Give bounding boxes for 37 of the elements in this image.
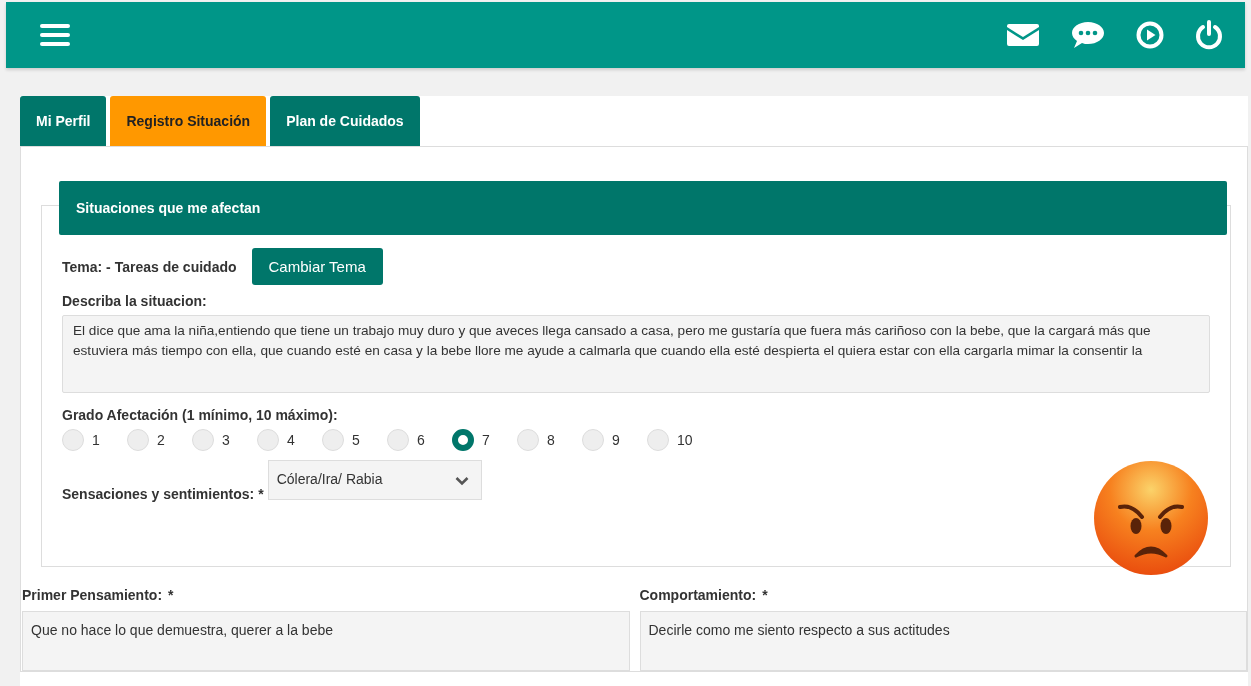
tab[interactable]: Registro Situación xyxy=(110,96,267,146)
radio-label: 7 xyxy=(482,432,490,448)
description-label: Describa la situacion: xyxy=(62,293,208,309)
tab[interactable]: Plan de Cuidados xyxy=(270,96,420,146)
dropdown-value: Cólera/Ira/ Rabia xyxy=(276,471,383,487)
play-circle-icon[interactable] xyxy=(1136,21,1164,49)
topic-label: Tema: - Tareas de cuidado xyxy=(62,258,237,275)
rating-label: Grado Afectación (1 mínimo, 10 máximo): xyxy=(62,407,339,423)
chat-bubble-icon[interactable] xyxy=(1071,21,1105,49)
feelings-label: Sensaciones y sentimientos: xyxy=(62,486,255,502)
radio-label: 6 xyxy=(417,432,425,448)
tab[interactable]: Mi Perfil xyxy=(20,96,107,146)
change-topic-button[interactable]: Cambiar Tema xyxy=(251,248,383,285)
radio-label: 3 xyxy=(222,432,230,448)
chevron-down-icon xyxy=(454,476,469,486)
required-mark: * xyxy=(762,587,768,603)
required-mark: * xyxy=(168,587,174,603)
angry-face-icon xyxy=(1092,460,1210,576)
required-mark: * xyxy=(258,486,264,502)
radio-button[interactable] xyxy=(452,429,474,451)
field-label: Primer Pensamiento: xyxy=(22,587,163,603)
section-header: Situaciones que me afectan xyxy=(59,181,1227,235)
radio-label: 10 xyxy=(677,432,693,448)
feelings-dropdown[interactable]: Cólera/Ira/ Rabia xyxy=(267,460,482,500)
field-label: Comportamiento: xyxy=(639,587,757,603)
power-icon[interactable] xyxy=(1195,20,1223,50)
text-field[interactable]: Decirle como me siento respecto a sus actitudes xyxy=(639,611,1247,671)
radio-label: 5 xyxy=(352,432,360,448)
description-field[interactable]: El dice que ama la niña,entiendo que tiene un trabajo muy duro y que aveces llega cansado a casa, pero me gustaría que fuera más cariñoso con la bebe, que la cargará más que estuviera más tiempo con ella, que cuando esté en casa y la bebe llore me ayude a calmarla que cuando ella esté despierta el quiera estar con ella cargarla mimar la consentir la xyxy=(62,315,1210,393)
radio-label: 8 xyxy=(547,432,555,448)
mail-icon[interactable] xyxy=(1006,23,1040,47)
radio-label: 4 xyxy=(287,432,295,448)
text-field[interactable]: Que no hace lo que demuestra, querer a la bebe xyxy=(22,611,630,671)
radio-label: 1 xyxy=(92,432,100,448)
menu-icon[interactable] xyxy=(40,23,70,47)
radio-label: 9 xyxy=(612,432,620,448)
radio-label: 2 xyxy=(157,432,165,448)
